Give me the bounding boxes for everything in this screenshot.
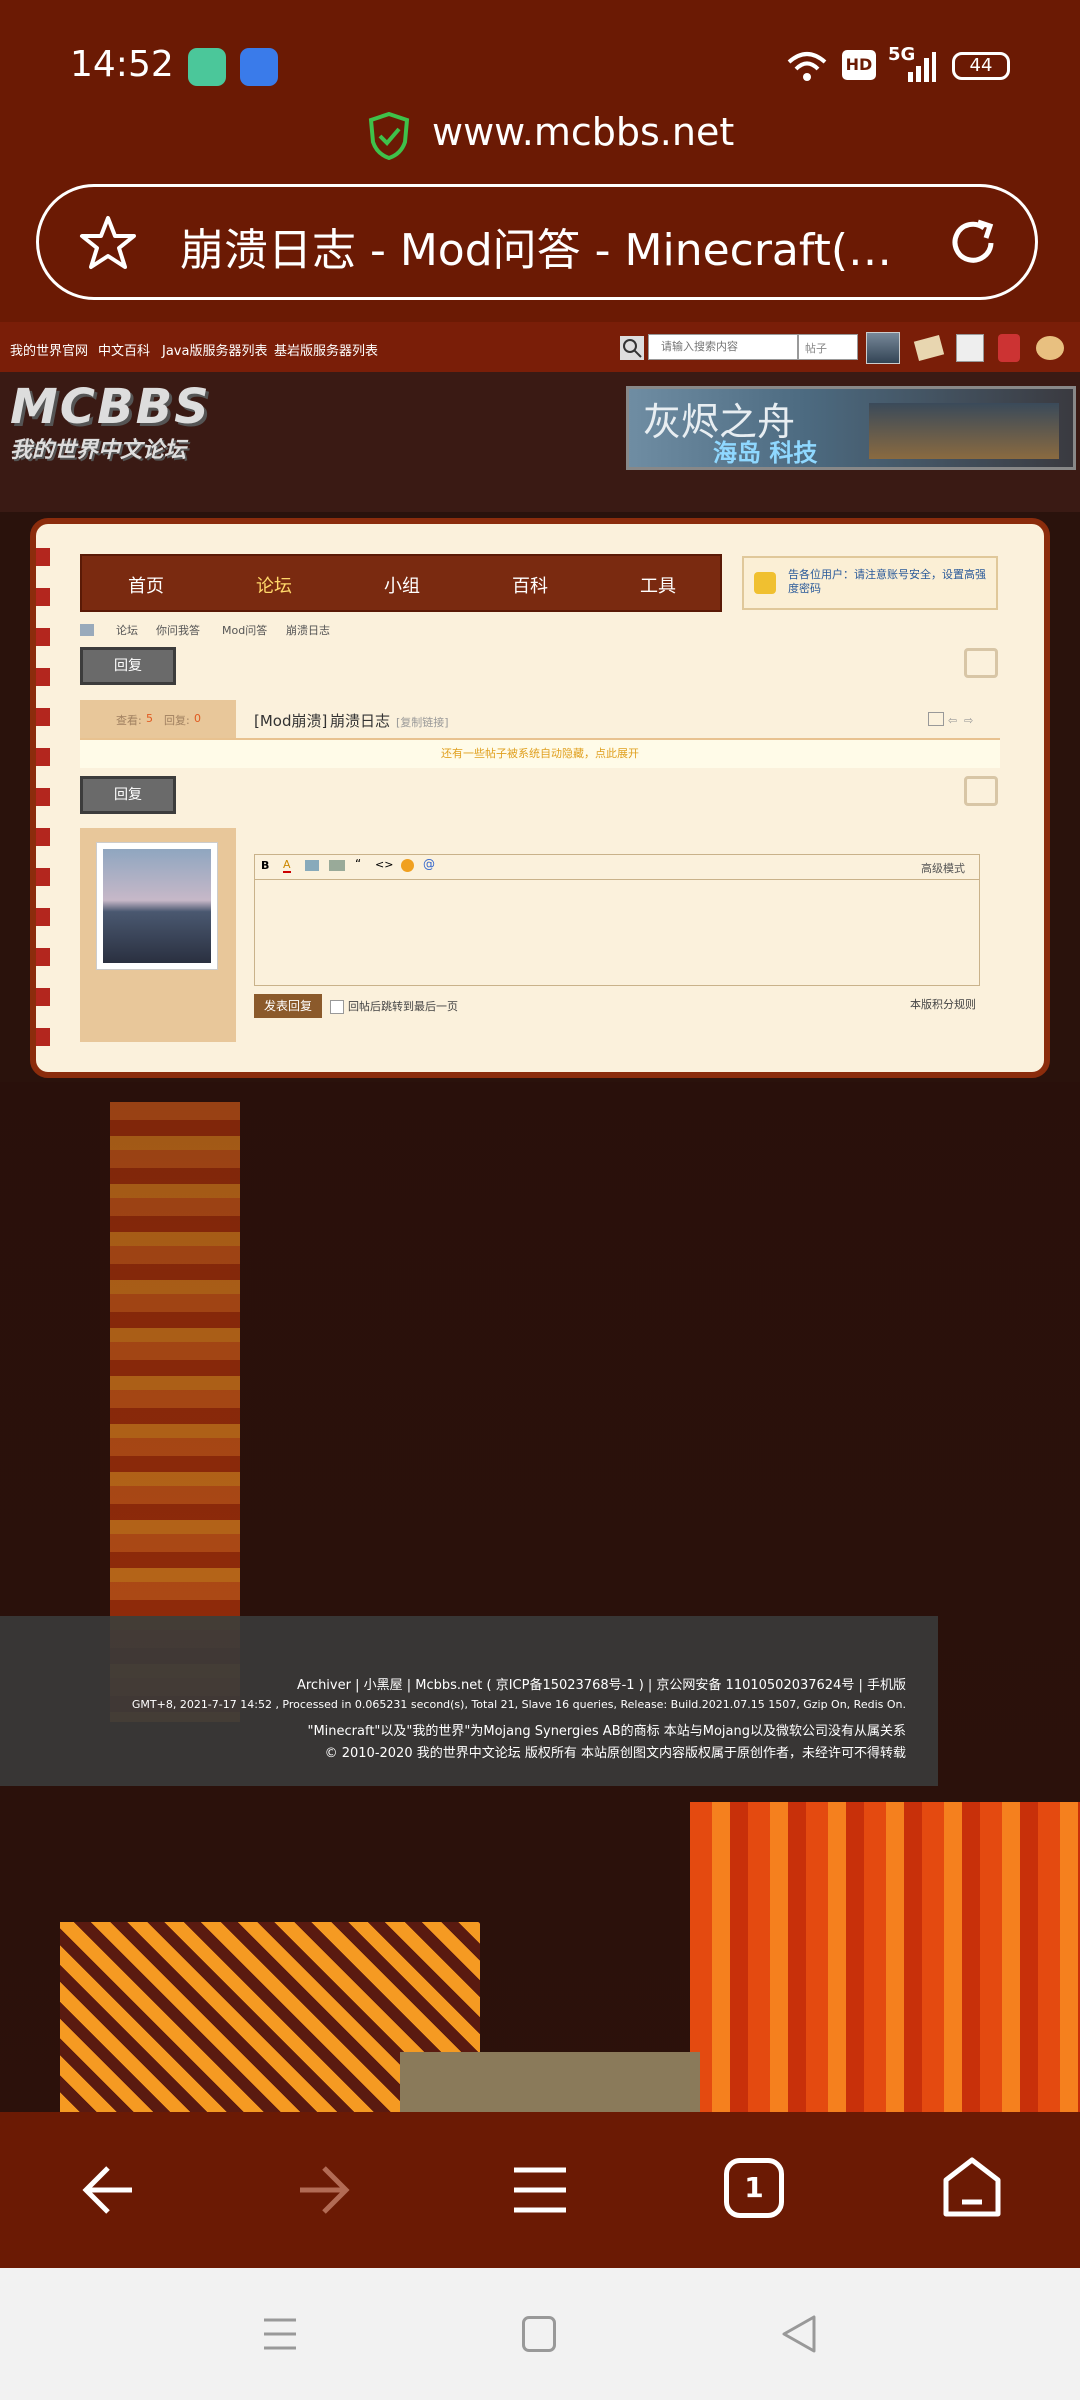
editor-toolbar: B A “ <> @ 高级模式 [255, 855, 979, 880]
footer-processing: GMT+8, 2021-7-17 14:52 , Processed in 0.… [131, 1698, 906, 1711]
banner-subtitle: 海岛 科技 [713, 439, 818, 467]
stone-block [400, 2052, 700, 2112]
print-icon[interactable] [928, 712, 944, 726]
jump-checkbox[interactable] [330, 1000, 344, 1014]
toplink-java-servers[interactable]: Java版服务器列表 [162, 340, 267, 359]
forward-icon[interactable] [296, 2164, 352, 2216]
breadcrumb-qa[interactable]: 你问我答 [156, 622, 200, 638]
back-nav-icon[interactable] [780, 2314, 818, 2354]
system-nav-bar [0, 2268, 1080, 2400]
mention-icon[interactable]: @ [423, 857, 435, 871]
notification-icon[interactable] [956, 334, 984, 362]
breadcrumb-forum[interactable]: 论坛 [116, 622, 138, 638]
page-title[interactable]: 崩溃日志 - Mod问答 - Minecraft(我… [180, 214, 900, 278]
nav-wiki[interactable]: 百科 [466, 572, 594, 598]
footer-trademark: "Minecraft"以及"我的世界"为Mojang Synergies AB的… [307, 1724, 906, 1739]
signal-icon [908, 52, 936, 82]
home-icon[interactable] [940, 2156, 1004, 2220]
home-icon[interactable] [80, 624, 94, 636]
secure-shield-icon [368, 112, 410, 160]
avatar[interactable] [96, 842, 218, 970]
footer-links[interactable]: Archiver | 小黑屋 | Mcbbs.net ( 京ICP备150237… [297, 1674, 906, 1693]
back-icon[interactable] [80, 2164, 136, 2216]
avatar-image [103, 849, 211, 963]
reply-button-bottom[interactable]: 回复 [80, 776, 176, 814]
footer-copyright: © 2010-2020 我的世界中文论坛 版权所有 本站原创图文内容版权属于原创… [324, 1746, 906, 1761]
emoji-icon[interactable] [401, 859, 414, 872]
menu-icon[interactable] [1036, 336, 1064, 360]
hd-badge: HD [842, 50, 876, 80]
return-list-icon[interactable] [964, 648, 998, 678]
toplink-wiki[interactable]: 中文百科 [98, 340, 150, 359]
views-label: 查看: [116, 714, 142, 727]
banner-image [869, 403, 1059, 459]
user-avatar-thumb[interactable] [866, 332, 900, 364]
thread-prefix[interactable]: [Mod崩溃] [254, 710, 327, 731]
nav-tools[interactable]: 工具 [594, 572, 722, 598]
font-color-icon[interactable]: A [283, 858, 291, 873]
browser-bottom-nav: 1 [0, 2112, 1080, 2268]
notice-box[interactable]: 告各位用户：请注意账号安全，设置高强度密码 [742, 556, 998, 610]
message-icon[interactable] [913, 334, 945, 362]
nav-forum[interactable]: 论坛 [210, 572, 338, 598]
recent-apps-icon[interactable] [262, 2316, 298, 2352]
banner-ad[interactable]: 灰烬之舟 海岛 科技 [626, 386, 1076, 470]
thread-stats: 查看: 5 回复: 0 [80, 700, 236, 738]
menu-icon[interactable] [512, 2166, 568, 2214]
quote-icon[interactable]: “ [355, 857, 361, 871]
link-icon[interactable] [329, 860, 345, 871]
replies-count: 0 [194, 712, 201, 725]
status-time: 14:52 [70, 44, 174, 85]
prev-thread-icon[interactable]: ⇦ [948, 714, 957, 727]
toplink-bedrock-servers[interactable]: 基岩版服务器列表 [274, 340, 378, 359]
mcbbs-logo[interactable]: MCBBS 我的世界中文论坛 [10, 382, 260, 463]
site-top-nav: 我的世界官网 中文百科 Java版服务器列表 基岩版服务器列表 帖子 [0, 322, 1080, 372]
advanced-mode-link[interactable]: 高级模式 [921, 860, 965, 876]
breadcrumb-mod-qa[interactable]: Mod问答 [222, 622, 267, 638]
search-icon[interactable] [620, 336, 644, 360]
views-count: 5 [146, 712, 153, 725]
return-list-icon-2[interactable] [964, 776, 998, 806]
reload-icon[interactable] [944, 214, 1002, 272]
bold-icon[interactable]: B [261, 859, 269, 872]
nav-groups[interactable]: 小组 [338, 572, 466, 598]
webpage-viewport[interactable]: 我的世界官网 中文百科 Java版服务器列表 基岩版服务器列表 帖子 MCBBS… [0, 322, 1080, 2112]
tab-count: 1 [744, 2171, 764, 2204]
search-input[interactable] [648, 334, 798, 360]
potion-icon[interactable] [998, 334, 1020, 362]
main-nav: 首页 论坛 小组 百科 工具 [80, 554, 722, 612]
image-icon[interactable] [305, 860, 319, 871]
tabs-button[interactable]: 1 [724, 2158, 784, 2218]
next-thread-icon[interactable]: ⇨ [964, 714, 973, 727]
breadcrumb-current: 崩溃日志 [286, 624, 330, 637]
search-scope-select[interactable]: 帖子 [798, 334, 858, 360]
url-text[interactable]: www.mcbbs.net [432, 110, 734, 154]
hidden-posts-bar[interactable]: 还有一些帖子被系统自动隐藏，点此展开 [80, 740, 1000, 768]
thread-title: 崩溃日志 [330, 712, 391, 730]
copy-link[interactable]: [复制链接] [396, 714, 449, 730]
toplink-official[interactable]: 我的世界官网 [10, 340, 88, 359]
replies-label: 回复: [164, 714, 190, 727]
nav-home[interactable]: 首页 [82, 572, 210, 598]
speaker-icon [754, 572, 776, 594]
notice-text: 告各位用户：请注意账号安全，设置高强度密码 [788, 568, 986, 595]
notebook-rings [36, 548, 50, 1048]
jump-checkbox-label: 回帖后跳转到最后一页 [348, 1000, 458, 1013]
battery-indicator: 44 [952, 52, 1010, 80]
app-notification-icon [188, 48, 226, 86]
bookmark-star-icon[interactable] [78, 214, 138, 272]
reply-button-top[interactable]: 回复 [80, 647, 176, 685]
code-icon[interactable]: <> [375, 858, 393, 871]
lava-pool [690, 1802, 1080, 2112]
rules-link[interactable]: 本版积分规则 [910, 996, 976, 1012]
hidden-posts-text[interactable]: 还有一些帖子被系统自动隐藏，点此展开 [80, 740, 1000, 768]
wifi-icon [787, 52, 827, 81]
submit-reply-button[interactable]: 发表回复 [254, 994, 322, 1018]
cloud-notification-icon [240, 48, 278, 86]
home-nav-icon[interactable] [522, 2316, 556, 2352]
